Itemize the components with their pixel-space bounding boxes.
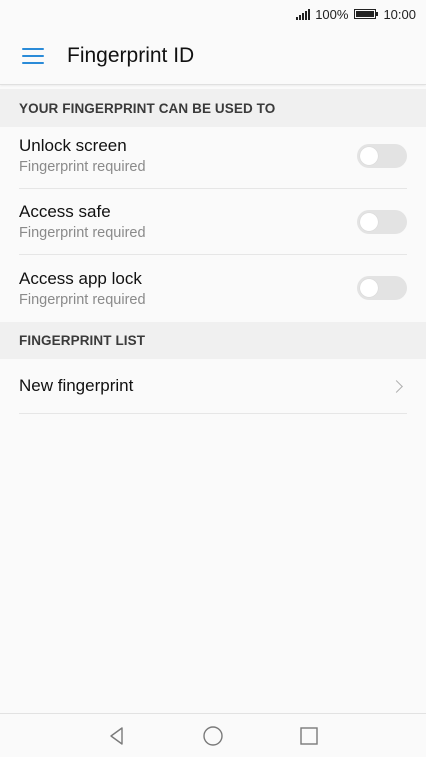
battery-percent: 100%: [315, 6, 349, 22]
access-app-lock-toggle[interactable]: [357, 276, 407, 300]
setting-text: Access safe Fingerprint required: [19, 202, 146, 241]
setting-row-access-app-lock[interactable]: Access app lock Fingerprint required: [19, 255, 407, 321]
status-bar: 100% 10:00: [0, 0, 426, 28]
setting-subtitle: Fingerprint required: [19, 225, 146, 241]
section-header-fingerprint-list: FINGERPRINT LIST: [0, 322, 426, 359]
section-header-usage: YOUR FINGERPRINT CAN BE USED TO: [0, 89, 426, 127]
back-triangle-icon[interactable]: [106, 725, 128, 747]
new-fingerprint-row[interactable]: New fingerprint: [19, 359, 407, 414]
toggle-knob: [360, 146, 378, 165]
setting-text: Access app lock Fingerprint required: [19, 269, 146, 308]
page-title: Fingerprint ID: [67, 44, 195, 67]
new-fingerprint-label: New fingerprint: [19, 376, 134, 395]
toggle-knob: [360, 212, 378, 231]
setting-row-unlock-screen[interactable]: Unlock screen Fingerprint required: [19, 123, 407, 189]
home-circle-icon[interactable]: [202, 725, 224, 747]
setting-text: Unlock screen Fingerprint required: [19, 136, 146, 175]
signal-icon: [296, 8, 311, 20]
chevron-right-icon: [390, 379, 403, 393]
setting-subtitle: Fingerprint required: [19, 291, 146, 308]
setting-title: Unlock screen: [19, 136, 127, 155]
toggle-knob: [360, 279, 378, 297]
setting-row-access-safe[interactable]: Access safe Fingerprint required: [19, 189, 407, 255]
setting-subtitle: Fingerprint required: [19, 159, 146, 175]
battery-icon: [354, 9, 379, 19]
setting-title: Access app lock: [19, 268, 142, 288]
navigation-bar: [0, 713, 426, 757]
unlock-screen-toggle[interactable]: [357, 143, 407, 168]
battery-fill: [356, 11, 375, 17]
hamburger-menu-icon[interactable]: [22, 48, 44, 64]
app-bar: Fingerprint ID: [0, 28, 426, 85]
clock: 10:00: [383, 6, 416, 22]
setting-title: Access safe: [19, 202, 111, 221]
access-safe-toggle[interactable]: [357, 209, 407, 234]
recents-square-icon[interactable]: [298, 725, 320, 747]
